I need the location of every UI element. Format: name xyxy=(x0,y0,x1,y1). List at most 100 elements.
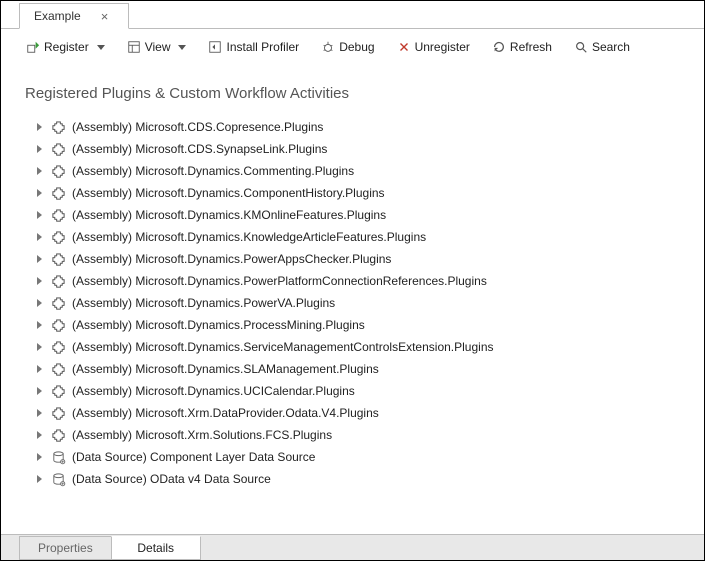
tab-details-label: Details xyxy=(137,541,174,555)
tree-row-label: (Assembly) Microsoft.Dynamics.ProcessMin… xyxy=(72,318,365,332)
refresh-button[interactable]: Refresh xyxy=(485,37,559,57)
tree-row[interactable]: (Assembly) Microsoft.CDS.Copresence.Plug… xyxy=(37,116,696,138)
tab-properties-label: Properties xyxy=(38,541,93,555)
tab-properties[interactable]: Properties xyxy=(19,536,111,560)
expander-icon[interactable] xyxy=(37,299,42,307)
tree-row[interactable]: (Assembly) Microsoft.Dynamics.KMOnlineFe… xyxy=(37,204,696,226)
close-tab-icon[interactable]: × xyxy=(101,10,109,23)
tree-row[interactable]: (Assembly) Microsoft.Dynamics.ProcessMin… xyxy=(37,314,696,336)
search-button[interactable]: Search xyxy=(567,37,637,57)
assembly-icon xyxy=(50,229,66,245)
tree-row[interactable]: (Data Source) Component Layer Data Sourc… xyxy=(37,446,696,468)
expander-icon[interactable] xyxy=(37,277,42,285)
tree-row[interactable]: (Assembly) Microsoft.Dynamics.Commenting… xyxy=(37,160,696,182)
document-tabstrip: Example × xyxy=(1,1,704,29)
chevron-down-icon xyxy=(97,45,105,50)
register-icon xyxy=(26,40,40,54)
expander-icon[interactable] xyxy=(37,123,42,131)
assembly-icon xyxy=(50,251,66,267)
tree-row[interactable]: (Assembly) Microsoft.Dynamics.SLAManagem… xyxy=(37,358,696,380)
tree-row[interactable]: (Assembly) Microsoft.Dynamics.PowerPlatf… xyxy=(37,270,696,292)
tree-row-label: (Assembly) Microsoft.Dynamics.KnowledgeA… xyxy=(72,230,426,244)
debug-button[interactable]: Debug xyxy=(314,37,381,57)
bottom-tabstrip: Properties Details xyxy=(1,534,704,560)
tree-row[interactable]: (Assembly) Microsoft.Dynamics.UCICalenda… xyxy=(37,380,696,402)
tree-row[interactable]: (Assembly) Microsoft.CDS.SynapseLink.Plu… xyxy=(37,138,696,160)
tree-row-label: (Assembly) Microsoft.CDS.SynapseLink.Plu… xyxy=(72,142,327,156)
expander-icon[interactable] xyxy=(37,387,42,395)
assembly-icon xyxy=(50,119,66,135)
assembly-icon xyxy=(50,207,66,223)
unregister-button[interactable]: Unregister xyxy=(390,37,477,57)
assembly-icon xyxy=(50,383,66,399)
tree-row[interactable]: (Assembly) Microsoft.Dynamics.PowerAppsC… xyxy=(37,248,696,270)
assembly-icon xyxy=(50,427,66,443)
plugin-registration-window: Example × Register View Install Profiler xyxy=(0,0,705,561)
tree-row-label: (Assembly) Microsoft.Dynamics.Commenting… xyxy=(72,164,354,178)
install-profiler-button[interactable]: Install Profiler xyxy=(201,37,306,57)
debug-label: Debug xyxy=(339,40,374,54)
content-area: Registered Plugins & Custom Workflow Act… xyxy=(1,65,704,534)
document-tab-example[interactable]: Example × xyxy=(19,3,129,29)
install-profiler-label: Install Profiler xyxy=(226,40,299,54)
assembly-icon xyxy=(50,273,66,289)
assembly-icon xyxy=(50,163,66,179)
expander-icon[interactable] xyxy=(37,167,42,175)
expander-icon[interactable] xyxy=(37,255,42,263)
tree-row[interactable]: (Assembly) Microsoft.Dynamics.ComponentH… xyxy=(37,182,696,204)
expander-icon[interactable] xyxy=(37,409,42,417)
view-label: View xyxy=(145,40,171,54)
assembly-icon xyxy=(50,185,66,201)
install-profiler-icon xyxy=(208,40,222,54)
assembly-icon xyxy=(50,339,66,355)
tree-row[interactable]: (Data Source) OData v4 Data Source xyxy=(37,468,696,490)
tree-row[interactable]: (Assembly) Microsoft.Xrm.Solutions.FCS.P… xyxy=(37,424,696,446)
expander-icon[interactable] xyxy=(37,453,42,461)
expander-icon[interactable] xyxy=(37,233,42,241)
expander-icon[interactable] xyxy=(37,189,42,197)
tree-row-label: (Assembly) Microsoft.Dynamics.PowerAppsC… xyxy=(72,252,391,266)
refresh-icon xyxy=(492,40,506,54)
tree-row-label: (Assembly) Microsoft.Xrm.DataProvider.Od… xyxy=(72,406,379,420)
assembly-icon xyxy=(50,295,66,311)
assembly-icon xyxy=(50,317,66,333)
tree-row[interactable]: (Assembly) Microsoft.Dynamics.PowerVA.Pl… xyxy=(37,292,696,314)
expander-icon[interactable] xyxy=(37,365,42,373)
tree-row-label: (Assembly) Microsoft.Dynamics.ServiceMan… xyxy=(72,340,494,354)
view-icon xyxy=(127,40,141,54)
register-label: Register xyxy=(44,40,89,54)
tree-row[interactable]: (Assembly) Microsoft.Xrm.DataProvider.Od… xyxy=(37,402,696,424)
tree-row-label: (Assembly) Microsoft.Xrm.Solutions.FCS.P… xyxy=(72,428,332,442)
unregister-icon xyxy=(397,40,411,54)
view-button[interactable]: View xyxy=(120,37,194,57)
refresh-label: Refresh xyxy=(510,40,552,54)
toolbar: Register View Install Profiler Debug xyxy=(1,29,704,65)
expander-icon[interactable] xyxy=(37,431,42,439)
unregister-label: Unregister xyxy=(415,40,470,54)
document-tab-label: Example xyxy=(34,9,81,23)
plugin-tree: (Assembly) Microsoft.CDS.Copresence.Plug… xyxy=(9,116,696,490)
tree-row-label: (Assembly) Microsoft.Dynamics.ComponentH… xyxy=(72,186,385,200)
chevron-down-icon xyxy=(178,45,186,50)
tree-row-label: (Assembly) Microsoft.Dynamics.PowerPlatf… xyxy=(72,274,487,288)
expander-icon[interactable] xyxy=(37,475,42,483)
tree-row-label: (Assembly) Microsoft.CDS.Copresence.Plug… xyxy=(72,120,323,134)
tree-row-label: (Assembly) Microsoft.Dynamics.PowerVA.Pl… xyxy=(72,296,335,310)
expander-icon[interactable] xyxy=(37,211,42,219)
tree-row-label: (Data Source) Component Layer Data Sourc… xyxy=(72,450,315,464)
tree-row-label: (Assembly) Microsoft.Dynamics.UCICalenda… xyxy=(72,384,355,398)
assembly-icon xyxy=(50,141,66,157)
datasource-icon xyxy=(50,471,66,487)
expander-icon[interactable] xyxy=(37,343,42,351)
register-button[interactable]: Register xyxy=(19,37,112,57)
tree-row[interactable]: (Assembly) Microsoft.Dynamics.ServiceMan… xyxy=(37,336,696,358)
search-icon xyxy=(574,40,588,54)
search-label: Search xyxy=(592,40,630,54)
tree-row-label: (Data Source) OData v4 Data Source xyxy=(72,472,271,486)
tree-row-label: (Assembly) Microsoft.Dynamics.KMOnlineFe… xyxy=(72,208,386,222)
expander-icon[interactable] xyxy=(37,321,42,329)
tab-details[interactable]: Details xyxy=(111,536,201,560)
datasource-icon xyxy=(50,449,66,465)
expander-icon[interactable] xyxy=(37,145,42,153)
tree-row[interactable]: (Assembly) Microsoft.Dynamics.KnowledgeA… xyxy=(37,226,696,248)
